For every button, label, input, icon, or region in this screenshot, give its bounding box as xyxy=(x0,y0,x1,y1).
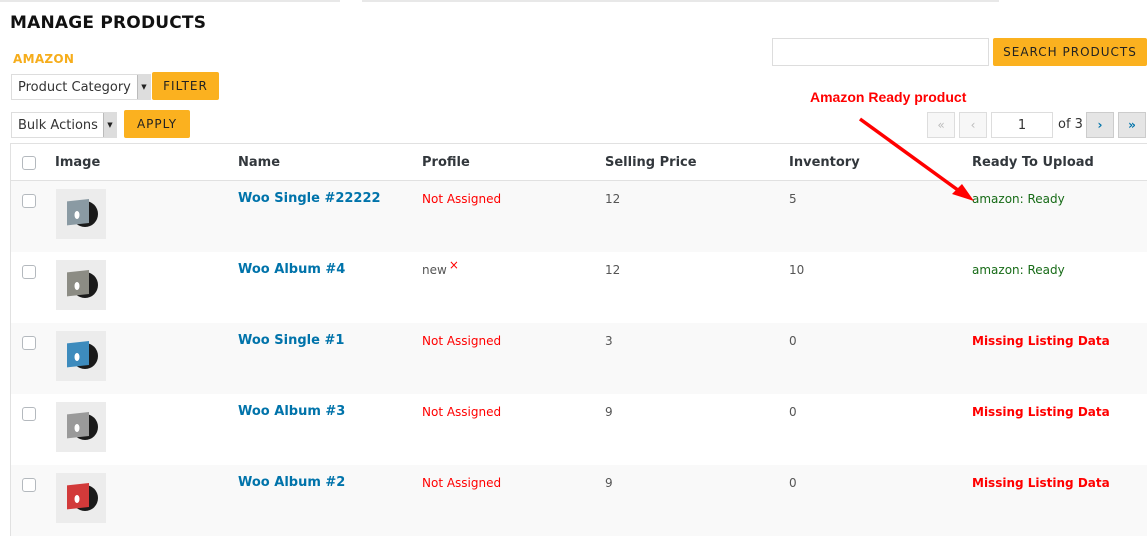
product-profile: Not Assigned xyxy=(422,192,501,206)
products-table: Image Name Profile Selling Price Invento… xyxy=(10,143,1147,536)
product-name-link[interactable]: Woo Album #4 xyxy=(238,262,345,277)
column-header-image: Image xyxy=(55,155,101,170)
upload-status: Missing Listing Data xyxy=(972,334,1110,348)
search-input[interactable] xyxy=(772,38,989,66)
column-header-selling-price: Selling Price xyxy=(605,155,697,170)
product-thumbnail xyxy=(56,331,106,381)
total-pages-text: of 3 xyxy=(1058,117,1083,132)
vinyl-record-icon xyxy=(67,483,98,511)
filter-button[interactable]: FILTER xyxy=(152,72,219,100)
selling-price: 9 xyxy=(605,405,613,419)
profile-text: Not Assigned xyxy=(422,476,502,490)
product-thumbnail xyxy=(56,402,106,452)
table-row: Woo Single #22222 Not Assigned 12 5 amazon: … xyxy=(11,181,1147,252)
top-bar-left xyxy=(0,0,340,2)
table-row: Woo Single #1 Not Assigned 3 0 Missing Listi… xyxy=(11,323,1147,394)
row-checkbox[interactable] xyxy=(22,407,36,421)
product-thumbnail xyxy=(56,473,106,523)
product-category-value: Product Category xyxy=(18,79,131,95)
profile-text: Not Assigned xyxy=(422,405,502,419)
product-profile[interactable]: new × xyxy=(422,258,459,277)
selling-price: 12 xyxy=(605,263,621,277)
vinyl-record-icon xyxy=(67,270,98,298)
inventory: 10 xyxy=(789,263,805,277)
bulk-actions-select[interactable]: Bulk Actions ▼ xyxy=(11,112,117,138)
profile-text: Not Assigned xyxy=(422,192,502,206)
vinyl-record-icon xyxy=(67,199,98,227)
prev-page-button[interactable]: ‹ xyxy=(959,112,987,138)
product-thumbnail xyxy=(56,189,106,239)
apply-button[interactable]: APPLY xyxy=(124,110,190,138)
product-name-link[interactable]: Woo Single #1 xyxy=(238,333,344,348)
page-title: MANAGE PRODUCTS xyxy=(10,13,207,33)
product-name-link[interactable]: Woo Album #2 xyxy=(238,475,345,490)
table-row: Woo Album #3 Not Assigned 9 0 Missing Listin… xyxy=(11,394,1147,465)
upload-status: amazon: Ready xyxy=(972,192,1065,206)
column-header-profile: Profile xyxy=(422,155,470,170)
vinyl-record-icon xyxy=(67,412,98,440)
product-profile: Not Assigned xyxy=(422,405,501,419)
upload-status: amazon: Ready xyxy=(972,263,1065,277)
selling-price: 12 xyxy=(605,192,621,206)
last-page-button[interactable]: » xyxy=(1118,112,1146,138)
select-all-checkbox[interactable] xyxy=(22,156,36,170)
row-checkbox[interactable] xyxy=(22,194,36,208)
product-thumbnail xyxy=(56,260,106,310)
row-checkbox[interactable] xyxy=(22,265,36,279)
column-header-inventory: Inventory xyxy=(789,155,860,170)
inventory: 0 xyxy=(789,476,797,490)
search-products-button[interactable]: SEARCH PRODUCTS xyxy=(993,38,1147,66)
first-page-button[interactable]: « xyxy=(927,112,955,138)
bulk-actions-value: Bulk Actions xyxy=(18,117,98,133)
table-row: Woo Album #4 new × 12 10 amazon: Ready xyxy=(11,252,1147,323)
store-label: AMAZON xyxy=(13,52,75,66)
product-name-link[interactable]: Woo Album #3 xyxy=(238,404,345,419)
product-category-select[interactable]: Product Category ▼ xyxy=(11,74,151,100)
current-page-input[interactable] xyxy=(991,112,1053,138)
dropdown-arrow-icon: ▼ xyxy=(103,113,116,137)
remove-profile-icon[interactable]: × xyxy=(449,258,459,272)
annotation-label: Amazon Ready product xyxy=(810,89,967,105)
product-profile: Not Assigned xyxy=(422,334,501,348)
upload-status: Missing Listing Data xyxy=(972,476,1110,490)
selling-price: 9 xyxy=(605,476,613,490)
dropdown-arrow-icon: ▼ xyxy=(137,75,150,99)
inventory: 5 xyxy=(789,192,797,206)
column-header-name[interactable]: Name xyxy=(238,155,280,170)
upload-status: Missing Listing Data xyxy=(972,405,1110,419)
column-header-ready-to-upload: Ready To Upload xyxy=(972,155,1094,170)
vinyl-record-icon xyxy=(67,341,98,369)
profile-text: Not Assigned xyxy=(422,334,502,348)
selling-price: 3 xyxy=(605,334,613,348)
profile-text: new xyxy=(422,263,447,277)
inventory: 0 xyxy=(789,334,797,348)
inventory: 0 xyxy=(789,405,797,419)
product-name-link[interactable]: Woo Single #22222 xyxy=(238,191,381,206)
table-header: Image Name Profile Selling Price Invento… xyxy=(11,144,1147,181)
table-row: Woo Album #2 Not Assigned 9 0 Missing Listin… xyxy=(11,465,1147,536)
row-checkbox[interactable] xyxy=(22,336,36,350)
top-bar-right xyxy=(362,0,999,2)
row-checkbox[interactable] xyxy=(22,478,36,492)
table-body: Woo Single #22222 Not Assigned 12 5 amazon: … xyxy=(11,181,1147,536)
next-page-button[interactable]: › xyxy=(1086,112,1114,138)
product-profile: Not Assigned xyxy=(422,476,501,490)
